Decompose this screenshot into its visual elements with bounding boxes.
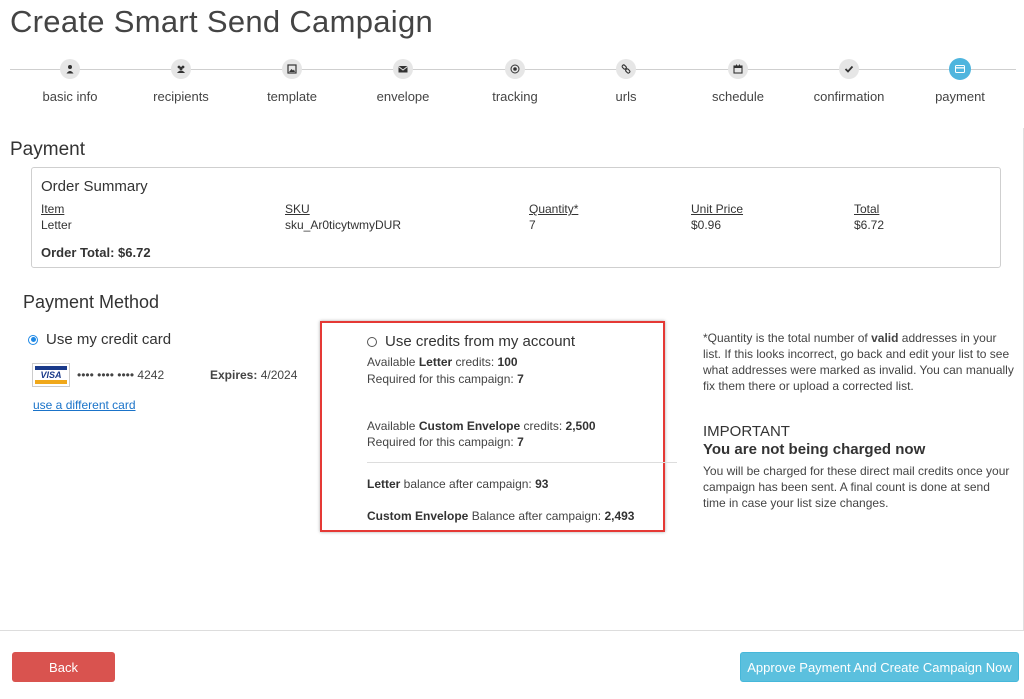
step-label: basic info: [42, 89, 98, 104]
important-notice: IMPORTANT You are not being charged now: [703, 423, 925, 459]
use-different-card-link[interactable]: use a different card: [33, 398, 136, 412]
expires-value: 4/2024: [260, 368, 298, 382]
step-tracking[interactable]: tracking: [460, 59, 570, 104]
column-header: Quantity*: [529, 202, 579, 216]
step-label: schedule: [711, 89, 765, 104]
credit-card-option[interactable]: Use my credit card: [28, 331, 171, 348]
credit-card-radio[interactable]: [28, 334, 38, 345]
payment-method-title: Payment Method: [23, 292, 160, 312]
user-icon: [60, 59, 80, 79]
credits-option-panel: Use credits from my account Available Le…: [320, 321, 677, 532]
back-button[interactable]: Back: [12, 652, 115, 682]
credit-card-icon: [949, 58, 971, 80]
step-label: payment: [935, 89, 985, 104]
divider: [367, 462, 677, 463]
step-confirmation[interactable]: confirmation: [794, 59, 904, 104]
payment-section-title: Payment: [10, 139, 85, 160]
calendar-icon: [728, 59, 748, 79]
step-template[interactable]: template: [237, 59, 347, 104]
envelope-credits-required: Required for this campaign: 7: [367, 435, 524, 449]
link-icon: [616, 59, 636, 79]
quantity-note: *Quantity is the total number of valid a…: [703, 331, 1014, 393]
step-label: template: [267, 89, 317, 104]
credits-option[interactable]: Use credits from my account: [367, 333, 575, 350]
step-envelope[interactable]: envelope: [348, 59, 458, 104]
envelope-icon: [393, 59, 413, 79]
expires-label: Expires:: [210, 368, 258, 382]
credits-option-label: Use credits from my account: [385, 333, 576, 350]
step-label: urls: [615, 89, 637, 104]
target-icon: [505, 59, 525, 79]
step-basic-info[interactable]: basic info: [15, 59, 125, 104]
letter-credits-available: Available Letter credits: 100: [367, 355, 518, 369]
order-total: Order Total: $6.72: [41, 245, 151, 260]
visa-card-icon: VISA: [32, 363, 70, 387]
footer-divider: [0, 630, 1024, 631]
charge-note: You will be charged for these direct mai…: [703, 464, 1010, 510]
credit-card-option-label: Use my credit card: [46, 331, 172, 348]
credits-radio[interactable]: [367, 336, 377, 347]
order-column-quantity: Quantity* 7: [529, 202, 578, 232]
approve-payment-button[interactable]: Approve Payment And Create Campaign Now: [740, 652, 1019, 682]
step-urls[interactable]: urls: [571, 59, 681, 104]
card-expiry: Expires: 4/2024: [210, 368, 297, 382]
column-header: Total: [854, 202, 880, 216]
table-cell: 7: [529, 218, 536, 232]
table-cell: $6.72: [854, 218, 885, 232]
order-column-sku: SKU sku_Ar0ticytwmyDUR: [285, 202, 401, 232]
important-title: IMPORTANT: [703, 423, 790, 440]
envelope-balance-after: Custom Envelope Balance after campaign: …: [367, 509, 635, 523]
column-header: Item: [41, 202, 65, 216]
column-header: Unit Price: [691, 202, 744, 216]
order-summary-panel: Order Summary Item Letter SKU sku_Ar0tic…: [31, 167, 1001, 268]
envelope-credits-available: Available Custom Envelope credits: 2,500: [367, 419, 596, 433]
users-icon: [171, 59, 191, 79]
order-column-unit-price: Unit Price $0.96: [691, 202, 743, 232]
page-title: Create Smart Send Campaign: [10, 4, 434, 39]
important-subtitle: You are not being charged now: [703, 441, 926, 458]
order-column-item: Item Letter: [41, 202, 72, 232]
table-cell: $0.96: [691, 218, 722, 232]
masked-card-number: •••• •••• •••• 4242: [77, 368, 165, 382]
step-schedule[interactable]: schedule: [683, 59, 793, 104]
step-label: confirmation: [813, 89, 885, 104]
step-recipients[interactable]: recipients: [126, 59, 236, 104]
order-column-total: Total $6.72: [854, 202, 884, 232]
check-icon: [839, 59, 859, 79]
table-cell: sku_Ar0ticytwmyDUR: [285, 218, 402, 232]
order-summary-title: Order Summary: [41, 178, 148, 195]
saved-card: VISA •••• •••• •••• 4242: [32, 363, 164, 387]
step-label: recipients: [153, 89, 209, 104]
letter-credits-required: Required for this campaign: 7: [367, 372, 524, 386]
step-label: tracking: [492, 89, 538, 104]
step-payment[interactable]: payment: [905, 58, 1015, 104]
column-header: SKU: [285, 202, 310, 216]
table-cell: Letter: [41, 218, 72, 232]
letter-balance-after: Letter balance after campaign: 93: [367, 477, 549, 491]
image-icon: [282, 59, 302, 79]
step-label: envelope: [376, 89, 430, 104]
